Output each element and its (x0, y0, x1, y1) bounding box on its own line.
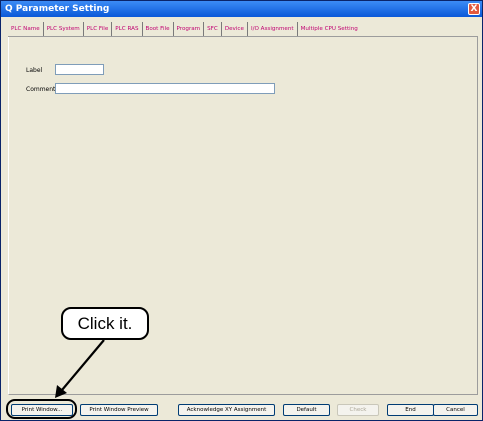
pointer-arrow (55, 339, 105, 398)
